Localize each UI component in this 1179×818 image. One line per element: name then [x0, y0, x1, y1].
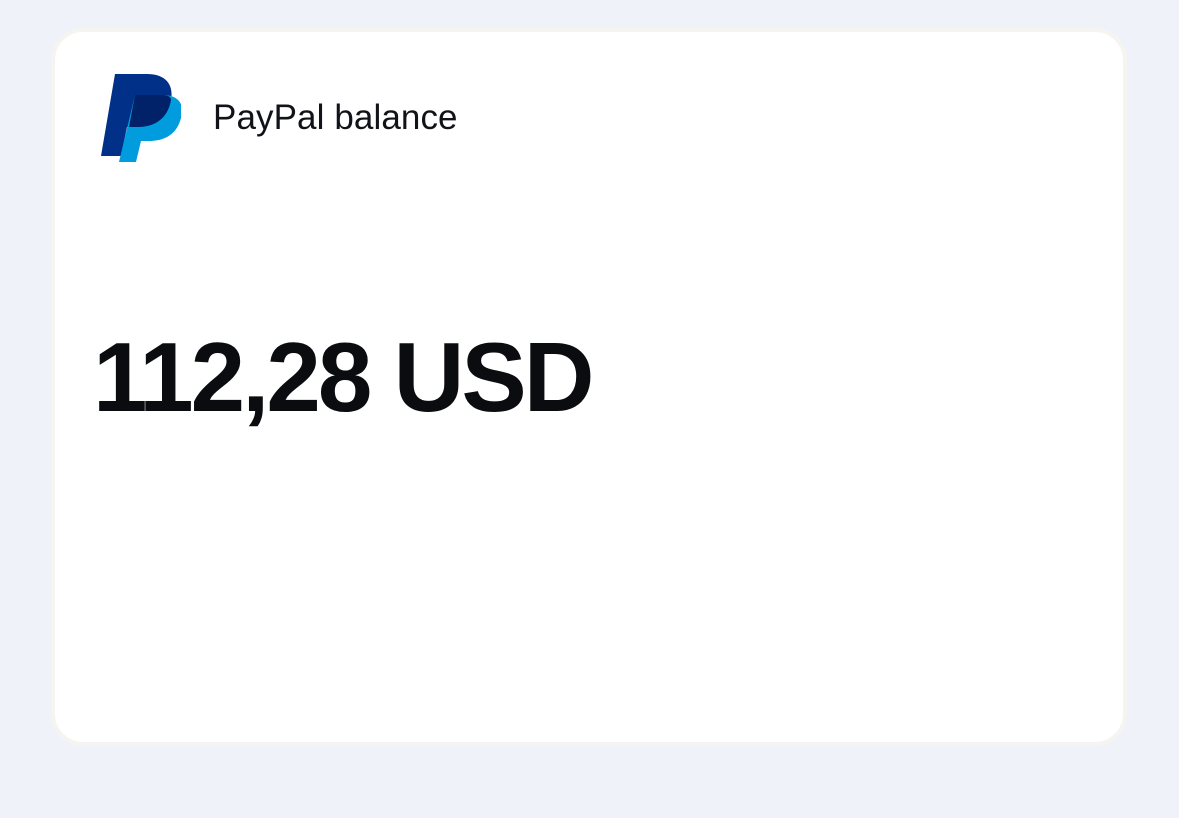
balance-amount: 112,28 USD: [93, 322, 594, 432]
paypal-balance-card[interactable]: PayPal balance 112,28 USD: [51, 28, 1127, 746]
card-header: PayPal balance: [101, 72, 458, 164]
card-title: PayPal balance: [213, 98, 458, 137]
paypal-logo-icon: [101, 72, 181, 164]
